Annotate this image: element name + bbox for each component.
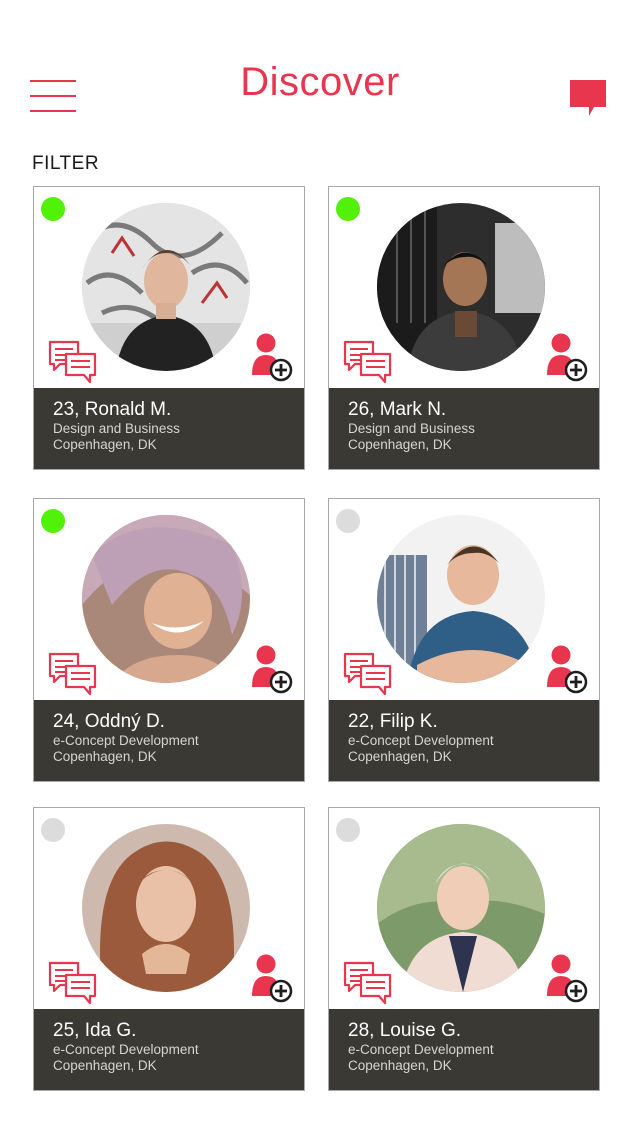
profile-name: 25, Ida G. — [53, 1020, 137, 1041]
message-icon[interactable] — [48, 652, 98, 696]
profile-card[interactable]: 25, Ida G. e-Concept Development Copenha… — [33, 807, 305, 1091]
filter-button[interactable]: FILTER — [32, 153, 99, 175]
profile-info: 28, Louise G. e-Concept Development Cope… — [329, 1009, 599, 1090]
profile-location: Copenhagen, DK — [348, 1058, 452, 1073]
add-friend-icon[interactable] — [252, 954, 294, 1004]
profile-location: Copenhagen, DK — [53, 749, 157, 764]
avatar — [377, 203, 545, 371]
profile-info: 23, Ronald M. Design and Business Copenh… — [34, 388, 304, 469]
profile-info: 22, Filip K. e-Concept Development Copen… — [329, 700, 599, 781]
profile-location: Copenhagen, DK — [53, 1058, 157, 1073]
avatar — [82, 515, 250, 683]
add-friend-icon[interactable] — [547, 645, 589, 695]
message-icon[interactable] — [343, 961, 393, 1005]
profile-location: Copenhagen, DK — [53, 437, 157, 452]
message-icon[interactable] — [343, 340, 393, 384]
profile-name: 23, Ronald M. — [53, 399, 172, 420]
profile-name: 24, Oddný D. — [53, 711, 165, 732]
profile-field: e-Concept Development — [53, 1042, 199, 1057]
online-status-indicator — [41, 818, 65, 842]
profile-card[interactable]: 26, Mark N. Design and Business Copenhag… — [328, 186, 600, 470]
page-title: Discover — [240, 60, 400, 104]
avatar — [82, 824, 250, 992]
avatar — [377, 515, 545, 683]
message-icon[interactable] — [343, 652, 393, 696]
profile-location: Copenhagen, DK — [348, 749, 452, 764]
profile-name: 28, Louise G. — [348, 1020, 462, 1041]
add-friend-icon[interactable] — [252, 333, 294, 383]
avatar — [377, 824, 545, 992]
profile-info: 25, Ida G. e-Concept Development Copenha… — [34, 1009, 304, 1090]
profile-name: 26, Mark N. — [348, 399, 447, 420]
profile-info: 26, Mark N. Design and Business Copenhag… — [329, 388, 599, 469]
profile-card[interactable]: 23, Ronald M. Design and Business Copenh… — [33, 186, 305, 470]
profile-card[interactable]: 24, Oddný D. e-Concept Development Copen… — [33, 498, 305, 782]
online-status-indicator — [336, 197, 360, 221]
add-friend-icon[interactable] — [547, 333, 589, 383]
profile-name: 22, Filip K. — [348, 711, 438, 732]
profile-card[interactable]: 28, Louise G. e-Concept Development Cope… — [328, 807, 600, 1091]
add-friend-icon[interactable] — [252, 645, 294, 695]
message-icon[interactable] — [48, 961, 98, 1005]
online-status-indicator — [336, 509, 360, 533]
profile-field: e-Concept Development — [348, 1042, 494, 1057]
profile-location: Copenhagen, DK — [348, 437, 452, 452]
profile-field: Design and Business — [348, 421, 475, 436]
profile-field: e-Concept Development — [53, 733, 199, 748]
online-status-indicator — [41, 509, 65, 533]
message-icon[interactable] — [48, 340, 98, 384]
profile-field: e-Concept Development — [348, 733, 494, 748]
add-friend-icon[interactable] — [547, 954, 589, 1004]
online-status-indicator — [336, 818, 360, 842]
profile-field: Design and Business — [53, 421, 180, 436]
online-status-indicator — [41, 197, 65, 221]
profile-card[interactable]: 22, Filip K. e-Concept Development Copen… — [328, 498, 600, 782]
avatar — [82, 203, 250, 371]
chat-bubble-icon[interactable] — [569, 79, 607, 117]
profile-info: 24, Oddný D. e-Concept Development Copen… — [34, 700, 304, 781]
